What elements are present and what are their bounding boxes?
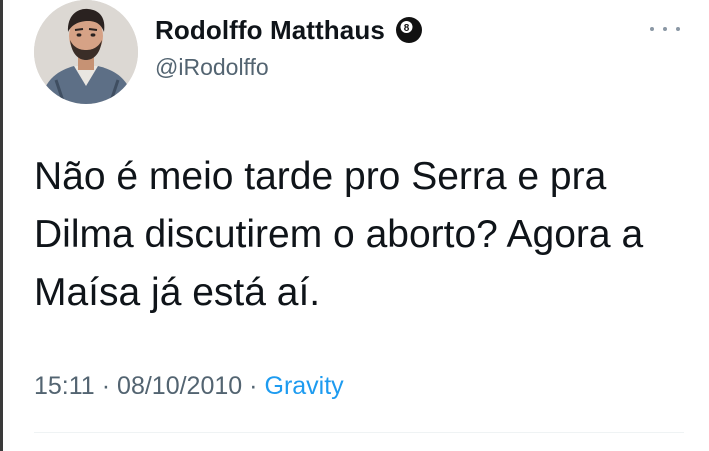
author-name-row[interactable]: Rodolffo Matthaus 8	[155, 14, 423, 46]
avatar[interactable]	[34, 0, 138, 104]
divider	[34, 432, 684, 433]
tweet-metadata: 15:11 · 08/10/2010 · Gravity	[34, 372, 344, 401]
more-options-button[interactable]	[650, 21, 680, 37]
eight-ball-icon: 8	[395, 17, 422, 43]
tweet-text-line: Dilma discutirem o aborto? Agora a	[34, 213, 644, 256]
tweet-text-line: Maísa já está aí.	[34, 271, 321, 314]
author-handle[interactable]: @iRodolffo	[155, 54, 269, 81]
tweet-source-link[interactable]: Gravity	[265, 372, 344, 401]
meta-separator: ·	[249, 372, 258, 400]
more-horizontal-icon	[650, 27, 654, 31]
more-horizontal-icon	[663, 27, 667, 31]
profile-photo	[34, 0, 138, 104]
tweet-date[interactable]: 08/10/2010	[117, 372, 242, 401]
author-display-name[interactable]: Rodolffo Matthaus	[155, 15, 385, 46]
meta-separator: ·	[101, 372, 111, 400]
tweet-time[interactable]: 15:11	[34, 372, 95, 401]
window-edge	[0, 0, 3, 451]
svg-text:8: 8	[404, 23, 410, 34]
tweet-text: Não é meio tarde pro Serra e pra Dilma d…	[34, 148, 694, 322]
tweet-text-line: Não é meio tarde pro Serra e pra	[34, 155, 607, 198]
more-horizontal-icon	[676, 27, 680, 31]
